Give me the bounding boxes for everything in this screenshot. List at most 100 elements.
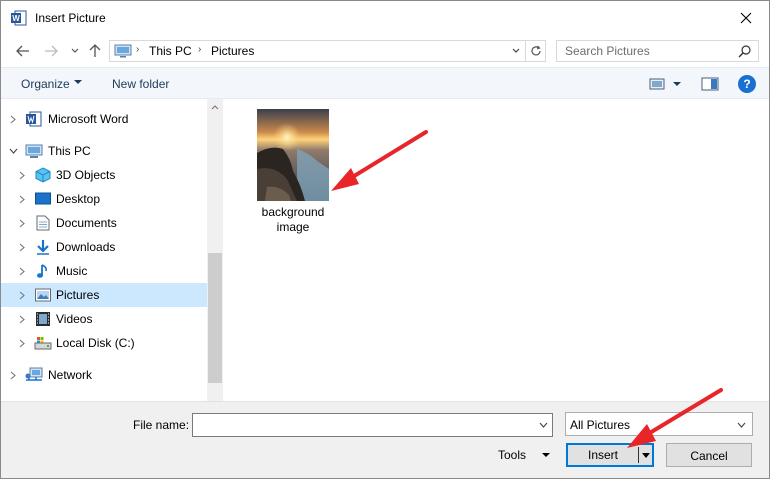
forward-button[interactable] xyxy=(41,41,61,61)
nav-item-3d-objects[interactable]: 3D Objects xyxy=(1,163,207,187)
close-button[interactable] xyxy=(723,1,769,35)
network-icon xyxy=(25,367,43,383)
command-toolbar: Organize New folder ? xyxy=(1,67,769,99)
tools-button[interactable]: Tools xyxy=(498,448,526,462)
refresh-icon xyxy=(530,45,541,56)
up-button[interactable] xyxy=(85,41,105,61)
chevron-down-icon[interactable] xyxy=(8,146,18,156)
new-folder-button[interactable]: New folder xyxy=(112,77,169,91)
view-icon xyxy=(649,78,681,90)
scroll-up-button[interactable] xyxy=(207,99,223,115)
file-type-value: All Pictures xyxy=(570,418,631,432)
file-name-label: background image xyxy=(253,205,333,235)
organize-button[interactable]: Organize xyxy=(21,77,70,91)
pictures-icon xyxy=(34,287,52,303)
nav-item-desktop[interactable]: Desktop xyxy=(1,187,207,211)
up-arrow-icon xyxy=(89,44,101,57)
preview-pane-button[interactable] xyxy=(701,76,719,92)
svg-text:W: W xyxy=(12,14,20,23)
nav-item-label: Network xyxy=(48,368,93,382)
file-list: background image xyxy=(223,99,769,401)
3d-objects-icon xyxy=(34,167,52,183)
nav-item-downloads[interactable]: Downloads xyxy=(1,235,207,259)
back-button[interactable] xyxy=(13,41,33,61)
tools-caret-icon[interactable] xyxy=(542,453,550,457)
chevron-right-icon[interactable] xyxy=(17,266,27,276)
nav-item-label: 3D Objects xyxy=(56,168,116,182)
navigation-scrollbar[interactable] xyxy=(207,99,223,401)
nav-item-this-pc[interactable]: This PC xyxy=(1,139,207,163)
breadcrumb-this-pc[interactable]: This PC xyxy=(149,44,192,58)
file-item-background-image[interactable]: background image xyxy=(253,109,333,239)
nav-item-label: Local Disk (C:) xyxy=(56,336,135,350)
nav-item-label: Videos xyxy=(56,312,93,326)
refresh-button[interactable] xyxy=(525,41,545,61)
chevron-right-icon[interactable] xyxy=(17,338,27,348)
nav-item-videos[interactable]: Videos xyxy=(1,307,207,331)
nav-item-label: Downloads xyxy=(56,240,116,254)
chevron-right-icon[interactable] xyxy=(17,242,27,252)
address-bar[interactable]: › This PC › Pictures xyxy=(109,40,546,62)
nav-item-label: Pictures xyxy=(56,288,100,302)
local-disk-icon xyxy=(34,335,52,351)
insert-button[interactable]: Insert xyxy=(566,443,654,467)
insert-label: Insert xyxy=(588,448,619,462)
search-input[interactable]: Search Pictures xyxy=(565,44,650,58)
file-name-label: File name: xyxy=(133,418,190,432)
file-type-select[interactable]: All Pictures xyxy=(565,412,753,436)
preview-pane-icon xyxy=(701,77,719,91)
insert-options-caret-icon[interactable] xyxy=(642,453,650,458)
music-icon xyxy=(34,263,52,279)
cancel-button[interactable]: Cancel xyxy=(666,443,752,467)
address-dropdown[interactable] xyxy=(507,41,525,61)
pc-icon xyxy=(25,143,43,159)
nav-item-local-disk[interactable]: Local Disk (C:) xyxy=(1,331,207,355)
chevron-right-icon[interactable] xyxy=(17,170,27,180)
word-icon xyxy=(25,111,43,127)
nav-item-documents[interactable]: Documents xyxy=(1,211,207,235)
chevron-down-icon xyxy=(512,48,520,53)
image-thumbnail xyxy=(257,109,329,201)
file-name-line: background xyxy=(261,205,325,219)
nav-item-label: This PC xyxy=(48,144,91,158)
breadcrumb-separator: › xyxy=(198,44,202,55)
nav-item-label: Documents xyxy=(56,216,117,230)
title-bar: W Insert Picture xyxy=(1,1,769,35)
window-title: Insert Picture xyxy=(35,11,106,25)
nav-item-pictures[interactable]: Pictures xyxy=(1,283,207,307)
chevron-right-icon[interactable] xyxy=(8,114,18,124)
nav-item-music[interactable]: Music xyxy=(1,259,207,283)
navigation-pane: Microsoft Word This PC 3D Objects Deskto… xyxy=(1,99,223,401)
breadcrumb-pictures[interactable]: Pictures xyxy=(211,44,254,58)
pc-icon xyxy=(114,44,132,58)
help-button[interactable]: ? xyxy=(738,75,756,93)
change-view-button[interactable] xyxy=(649,76,687,92)
forward-arrow-icon xyxy=(45,45,58,57)
desktop-icon xyxy=(34,191,52,207)
navigation-row: › This PC › Pictures Search Pictures xyxy=(1,35,769,67)
chevron-right-icon[interactable] xyxy=(17,194,27,204)
file-name-dropdown[interactable] xyxy=(536,418,550,432)
recent-locations-button[interactable] xyxy=(65,41,85,61)
word-app-icon: W xyxy=(11,10,27,26)
chevron-right-icon[interactable] xyxy=(17,314,27,324)
search-icon xyxy=(738,44,752,58)
documents-icon xyxy=(34,215,52,231)
organize-caret-icon[interactable] xyxy=(74,80,82,84)
nav-item-label: Desktop xyxy=(56,192,101,206)
nav-item-network[interactable]: Network xyxy=(1,363,207,387)
search-box[interactable]: Search Pictures xyxy=(556,40,759,62)
chevron-down-icon xyxy=(737,422,745,428)
scroll-thumb[interactable] xyxy=(208,253,222,383)
cancel-label: Cancel xyxy=(690,449,728,463)
chevron-right-icon[interactable] xyxy=(17,290,27,300)
breadcrumb-separator: › xyxy=(136,44,140,55)
chevron-right-icon[interactable] xyxy=(8,370,18,380)
nav-item-microsoft-word[interactable]: Microsoft Word xyxy=(1,107,207,131)
file-name-input[interactable] xyxy=(192,413,553,437)
chevron-up-icon xyxy=(211,104,219,109)
chevron-right-icon[interactable] xyxy=(17,218,27,228)
file-type-dropdown[interactable] xyxy=(734,418,748,432)
nav-item-label: Music xyxy=(56,264,88,278)
file-name-line: image xyxy=(276,220,310,234)
